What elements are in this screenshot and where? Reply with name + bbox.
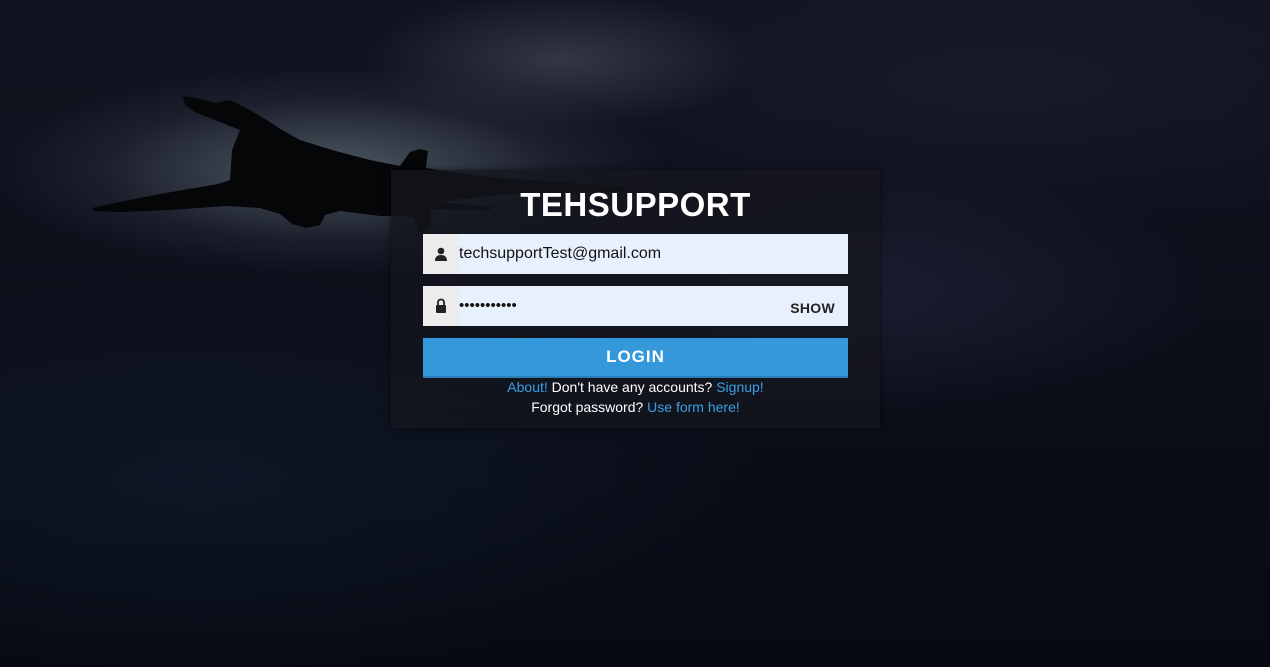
app-title: TEHSUPPORT (520, 186, 751, 223)
user-icon (423, 234, 459, 274)
forgot-password-links: Forgot password? Use form here! (391, 399, 880, 415)
lock-icon (423, 286, 459, 326)
account-links: About! Don't have any accounts? Signup! (391, 379, 880, 395)
email-field[interactable]: techsupportTest@gmail.com (423, 234, 848, 274)
show-password-button[interactable]: SHOW (790, 300, 835, 316)
signup-link[interactable]: Signup! (716, 379, 763, 395)
no-account-text: Don't have any accounts? (547, 379, 717, 395)
email-input[interactable]: techsupportTest@gmail.com (459, 234, 848, 274)
login-button[interactable]: LOGIN (423, 338, 848, 378)
use-form-link[interactable]: Use form here (647, 399, 736, 415)
password-input[interactable]: ••••••••••• (459, 286, 790, 326)
login-page: TEHSUPPORT techsupportTest@gmail.com •••… (0, 0, 1270, 667)
use-form-link-suffix[interactable]: ! (736, 399, 740, 415)
about-link[interactable]: About! (507, 379, 547, 395)
login-panel: TEHSUPPORT techsupportTest@gmail.com •••… (391, 170, 880, 428)
forgot-password-text: Forgot password? (531, 399, 648, 415)
password-field[interactable]: ••••••••••• SHOW (423, 286, 848, 326)
